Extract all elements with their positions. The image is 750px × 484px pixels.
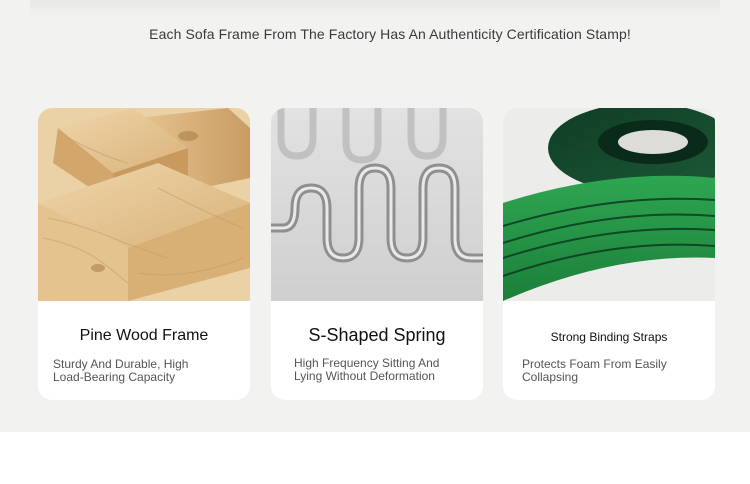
s-spring-image [271, 108, 483, 301]
feature-title: Pine Wood Frame [79, 327, 209, 344]
green-strap-image [503, 108, 715, 301]
feature-card-pine-wood: Pine Wood Frame Sturdy And Durable, High… [38, 108, 250, 400]
feature-description: Sturdy And Durable, High Load-Bearing Ca… [53, 357, 189, 384]
feature-description: High Frequency Sitting And Lying Without… [294, 356, 440, 383]
feature-card-s-spring: S-Shaped Spring High Frequency Sitting A… [271, 108, 483, 400]
feature-title: S-Shaped Spring [308, 325, 446, 345]
pine-wood-image [38, 108, 250, 301]
features-section: Each Sofa Frame From The Factory Has An … [0, 0, 750, 432]
feature-card-binding-straps: Strong Binding Straps Protects Foam From… [503, 108, 715, 400]
feature-description: Protects Foam From Easily Collapsing [522, 357, 667, 384]
section-headline: Each Sofa Frame From The Factory Has An … [149, 26, 631, 42]
feature-title: Strong Binding Straps [550, 330, 668, 344]
top-banner-edge [30, 0, 720, 18]
